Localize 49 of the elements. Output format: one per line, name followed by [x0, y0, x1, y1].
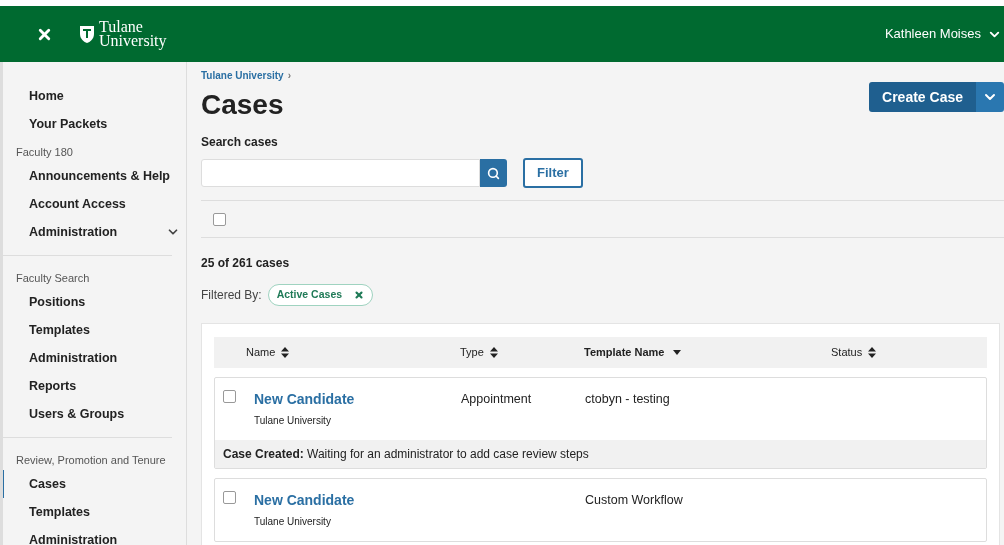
sidebar-item[interactable]: Templates [3, 316, 172, 344]
sidebar-item[interactable]: Administration [3, 344, 172, 372]
shield-logo-icon [79, 24, 95, 44]
column-header[interactable]: Name [246, 344, 276, 361]
sidebar-item[interactable]: Templates [3, 498, 172, 526]
user-menu[interactable]: Kathleen Moises [884, 24, 1002, 44]
sidebar-item[interactable]: Announcements & Help [3, 162, 186, 190]
case-link[interactable]: New Candidate [254, 490, 355, 511]
sidebar-item[interactable]: Account Access [3, 190, 186, 218]
checkbox[interactable] [223, 491, 236, 504]
column-header[interactable]: Template Name [584, 344, 665, 361]
section-label: Faculty 180 [15, 145, 74, 160]
column-header[interactable]: Type [460, 344, 484, 361]
case-org: Tulane University [254, 515, 332, 529]
column-header[interactable]: Status [831, 344, 863, 361]
search-icon [487, 166, 500, 180]
case-template: Custom Workflow [585, 493, 683, 507]
remove-icon[interactable] [354, 290, 365, 300]
page-title: Cases [201, 88, 285, 122]
section-label: Faculty Search [15, 271, 91, 286]
filter-label: Filtered By: [201, 287, 262, 304]
case-status-note: Case Created: Waiting for an administrator to add case review steps [223, 446, 589, 463]
case-template: ctobyn - testing [585, 392, 670, 406]
breadcrumb-separator: › [287, 69, 291, 83]
filter-button[interactable]: Filter [523, 158, 583, 188]
section-label: Review, Promotion and Tenure [15, 453, 167, 468]
search-label: Search cases [201, 134, 279, 151]
case-type: Appointment [461, 392, 532, 406]
create-case-button[interactable]: Create Case [869, 82, 976, 112]
checkbox[interactable] [223, 390, 236, 403]
search-button[interactable] [480, 159, 507, 187]
search-field[interactable] [201, 159, 480, 187]
sidebar-item[interactable]: Users & Groups [3, 400, 172, 428]
case-count: 25 of 261 cases [201, 255, 291, 272]
sidebar-item[interactable]: Administration [3, 218, 186, 246]
sidebar-item[interactable]: Administration [3, 526, 172, 545]
case-org: Tulane University [254, 414, 332, 428]
brand-name: Tulane [99, 20, 144, 34]
sidebar-item[interactable]: Positions [3, 288, 172, 316]
filter-chip[interactable]: Active Cases [267, 284, 374, 306]
sidebar-item[interactable]: Reports [3, 372, 172, 400]
sidebar-item[interactable]: Home [3, 82, 186, 110]
checkbox[interactable] [213, 212, 226, 226]
sidebar-item[interactable]: Cases [3, 470, 172, 498]
brand-name: University [99, 34, 167, 48]
sidebar-item[interactable]: Your Packets [3, 110, 186, 138]
case-link[interactable]: New Candidate [254, 389, 355, 410]
create-case-dropdown[interactable] [976, 82, 1004, 112]
breadcrumb-link[interactable]: Tulane University [201, 68, 284, 83]
